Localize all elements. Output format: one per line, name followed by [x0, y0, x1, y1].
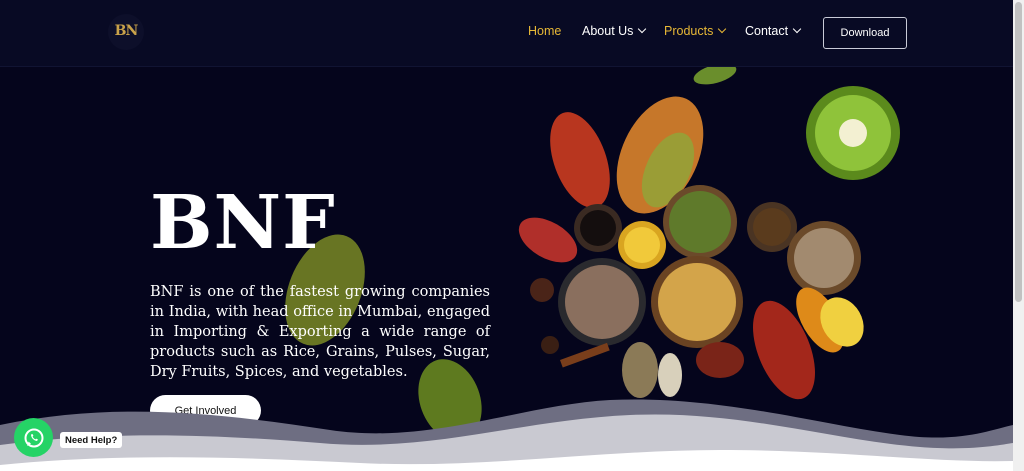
scrollbar-thumb[interactable] [1015, 2, 1022, 302]
nav-contact[interactable]: Contact [745, 24, 802, 38]
nav-about-us-label: About Us [582, 24, 634, 38]
download-button[interactable]: Download [823, 17, 907, 49]
nav-about-us[interactable]: About Us [582, 24, 647, 38]
autumn-leaf [518, 217, 578, 263]
whatsapp-button[interactable] [14, 418, 53, 457]
nav-home-label: Home [528, 24, 562, 38]
autumn-leaf [550, 112, 610, 208]
logo-icon[interactable]: BN [108, 14, 144, 50]
site-header: BN Home About Us Products Contact Downlo… [0, 0, 1013, 67]
chevron-down-icon [638, 24, 647, 34]
whatsapp-icon [24, 428, 43, 447]
hero-title: BNF [150, 180, 336, 266]
chevron-down-icon [718, 24, 727, 34]
bottom-waves [0, 399, 1013, 471]
nav-products-label: Products [664, 24, 714, 38]
page-scrollbar[interactable] [1013, 0, 1024, 471]
nav-contact-label: Contact [745, 24, 789, 38]
logo-text: BN [114, 23, 139, 39]
hero-description: BNF is one of the fastest growing compan… [150, 284, 490, 380]
nav-home[interactable]: Home [528, 24, 561, 38]
chevron-down-icon [792, 24, 802, 34]
nav-products[interactable]: Products [664, 24, 727, 38]
need-help-label[interactable]: Need Help? [60, 432, 123, 448]
